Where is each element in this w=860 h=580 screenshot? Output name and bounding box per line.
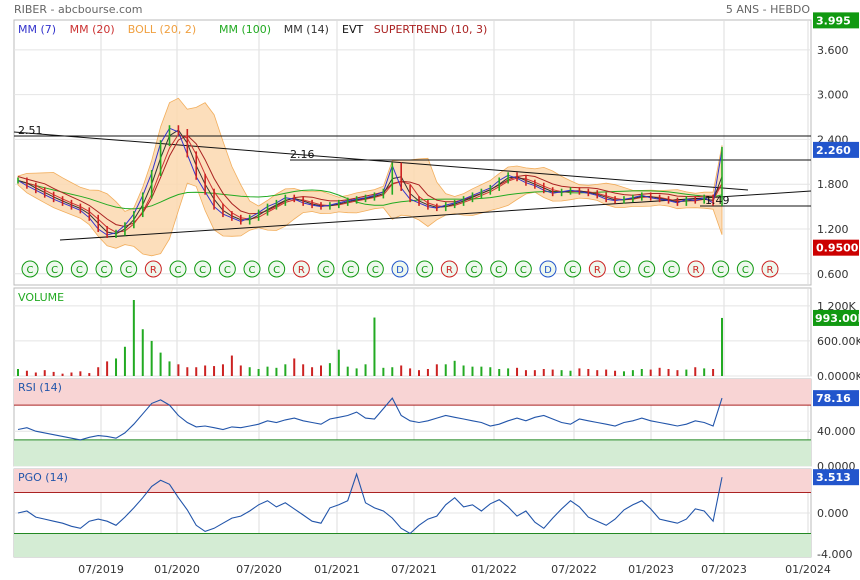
legend-item: EVT	[342, 23, 363, 36]
price-annotation: 1.49	[705, 194, 730, 207]
signal-marker-letter: C	[569, 265, 576, 276]
signal-marker-letter: C	[742, 265, 749, 276]
legend-item: MM (7)	[18, 23, 56, 36]
signal-marker-letter: C	[717, 265, 724, 276]
rsi-overbought-zone	[14, 379, 811, 406]
x-tick-label: 07/2020	[236, 563, 282, 576]
rsi-title: RSI (14)	[18, 381, 62, 394]
signal-marker-letter: R	[767, 265, 774, 276]
y-tick-label: 0.600	[817, 268, 849, 281]
y-tick-label: 1.200	[817, 223, 849, 236]
x-tick-label: 01/2024	[785, 563, 831, 576]
signal-marker-letter: C	[224, 265, 231, 276]
y-tick-label: 40.000	[817, 425, 856, 438]
value-badge-label: 2.260	[816, 144, 851, 157]
x-tick-label: 01/2021	[314, 563, 360, 576]
y-tick-label: 3.000	[817, 89, 849, 102]
y-tick-label: 0.000	[817, 507, 849, 520]
value-badge-label: 0.9500	[816, 242, 859, 255]
stock-chart: RIBER - abcbourse.com 5 ANS - HEBDO C C C C…	[13, 3, 860, 576]
price-annotation: 2.51	[18, 124, 43, 137]
signal-marker-letter: C	[668, 265, 675, 276]
x-tick-label: 01/2022	[471, 563, 517, 576]
y-tick-label: 600.00K	[817, 335, 860, 348]
y-tick-label: -4.000	[817, 548, 852, 561]
signal-marker-letter: R	[594, 265, 601, 276]
signal-marker-letter: D	[396, 265, 404, 276]
value-badge-label: 3.513	[816, 471, 851, 484]
x-tick-label: 07/2023	[701, 563, 747, 576]
x-tick-label: 07/2019	[78, 563, 124, 576]
signal-marker-letter: C	[643, 265, 650, 276]
signal-marker-letter: C	[199, 265, 206, 276]
signal-marker-letter: R	[150, 265, 157, 276]
signal-marker-letter: C	[76, 265, 83, 276]
signal-marker-letter: C	[323, 265, 330, 276]
value-badge-label: 993.00K	[815, 312, 860, 325]
signal-marker-letter: C	[421, 265, 428, 276]
pgo-title: PGO (14)	[18, 471, 68, 484]
signal-marker-letter: C	[619, 265, 626, 276]
signal-marker-letter: R	[298, 265, 305, 276]
signal-marker-letter: C	[27, 265, 34, 276]
pgo-oversold-zone	[14, 533, 811, 557]
volume-title: VOLUME	[18, 291, 64, 304]
legend-item: MM (14)	[284, 23, 329, 36]
signal-marker-letter: D	[544, 265, 552, 276]
price-annotation: 2.16	[290, 148, 315, 161]
signal-marker-letter: R	[446, 265, 453, 276]
x-tick-label: 07/2022	[551, 563, 597, 576]
y-tick-label: 3.600	[817, 44, 849, 57]
signal-marker-letter: C	[175, 265, 182, 276]
signal-marker-letter: C	[249, 265, 256, 276]
signal-marker-letter: C	[273, 265, 280, 276]
signal-marker-letter: C	[347, 265, 354, 276]
value-badge-label: 78.16	[816, 392, 851, 405]
x-tick-label: 01/2023	[628, 563, 674, 576]
signal-marker-letter: C	[51, 265, 58, 276]
rsi-oversold-zone	[14, 439, 811, 466]
signal-marker-letter: C	[520, 265, 527, 276]
pgo-overbought-zone	[14, 469, 811, 493]
signal-marker-letter: C	[495, 265, 502, 276]
legend-item: MM (20)	[70, 23, 115, 36]
signal-marker-letter: C	[372, 265, 379, 276]
signal-marker-letter: C	[471, 265, 478, 276]
signal-marker-letter: C	[125, 265, 132, 276]
x-tick-label: 07/2021	[391, 563, 437, 576]
x-tick-label: 01/2020	[154, 563, 200, 576]
y-tick-label: 0.0000K	[817, 370, 860, 383]
signal-marker-letter: C	[101, 265, 108, 276]
legend-item: MM (100)	[219, 23, 271, 36]
y-tick-label: 1.800	[817, 178, 849, 191]
chart-period: 5 ANS - HEBDO	[726, 3, 810, 16]
chart-source-title: RIBER - abcbourse.com	[14, 3, 142, 16]
signal-marker-letter: R	[693, 265, 700, 276]
legend-item: SUPERTREND (10, 3)	[374, 23, 488, 36]
value-badge-label: 3.995	[816, 14, 851, 27]
legend-item: BOLL (20, 2)	[128, 23, 196, 36]
